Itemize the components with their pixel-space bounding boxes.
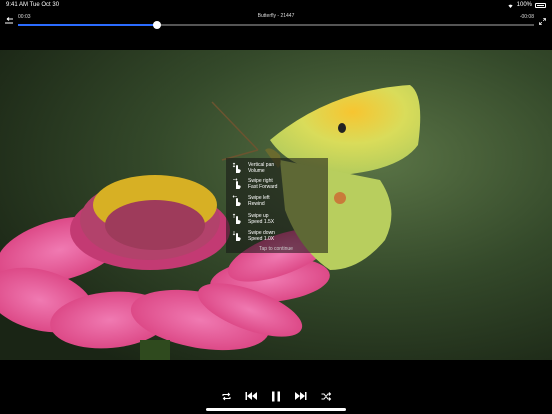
status-right: 100%	[507, 2, 546, 8]
gesture-help-overlay[interactable]: Vertical pan Volume Swipe right Fast For…	[226, 158, 328, 253]
playback-controls	[0, 387, 552, 407]
skip-previous-icon	[245, 392, 257, 400]
gesture-text: Swipe left Rewind	[248, 195, 270, 207]
repeat-button[interactable]	[219, 389, 233, 403]
gesture-text: Swipe right Fast Forward	[248, 178, 277, 190]
clock-time: 9:41 AM	[6, 2, 29, 8]
wifi-icon	[508, 4, 513, 8]
tap-to-continue-label: Tap to continue	[259, 246, 293, 252]
gesture-action: Speed 1.5X	[248, 219, 275, 225]
gesture-action: Volume	[248, 168, 265, 174]
shuffle-icon	[321, 391, 331, 401]
clock-date: Tue Oct 30	[29, 2, 60, 8]
gesture-action: Fast Forward	[248, 184, 278, 190]
gesture-swipe-down: Swipe down Speed 1.0X	[232, 230, 275, 242]
gesture-text: Swipe down Speed 1.0X	[248, 230, 275, 242]
status-time: 9:41 AM Tue Oct 30	[6, 2, 59, 8]
battery-icon	[535, 2, 546, 8]
next-button[interactable]	[294, 389, 308, 403]
hand-swipe-vertical-icon	[232, 162, 241, 173]
pause-icon	[272, 391, 280, 401]
seek-bar[interactable]	[18, 20, 534, 29]
gesture-text: Swipe up Speed 1.5X	[248, 213, 274, 225]
skip-next-icon	[295, 392, 307, 400]
pause-button[interactable]	[269, 389, 283, 403]
home-indicator[interactable]	[206, 408, 346, 411]
gesture-swipe-right: Swipe right Fast Forward	[232, 178, 277, 190]
exit-fullscreen-icon[interactable]	[539, 18, 546, 25]
hand-swipe-up-icon	[232, 213, 241, 224]
gesture-swipe-up: Swipe up Speed 1.5X	[232, 213, 274, 225]
gesture-text: Vertical pan Volume	[248, 162, 274, 174]
repeat-icon	[222, 392, 230, 400]
shuffle-button[interactable]	[319, 389, 333, 403]
gesture-vertical-pan: Vertical pan Volume	[232, 162, 274, 174]
gesture-swipe-left: Swipe left Rewind	[232, 195, 270, 207]
hand-swipe-right-icon	[233, 178, 241, 189]
battery-percent: 100%	[516, 2, 532, 8]
player-top-bar: 00:03 Butterfly - 21447 -00:08	[0, 10, 552, 32]
gesture-action: Rewind	[248, 201, 265, 207]
previous-button[interactable]	[244, 389, 258, 403]
hand-swipe-down-icon	[232, 231, 241, 241]
gesture-action: Speed 1.0X	[248, 236, 275, 242]
video-title: Butterfly - 21447	[257, 13, 295, 19]
seek-bar-thumb[interactable]	[153, 20, 162, 29]
hand-swipe-left-icon	[232, 195, 241, 206]
status-bar: 9:41 AM Tue Oct 30 100%	[0, 0, 552, 10]
remaining-time: -00:08	[519, 14, 534, 20]
seek-bar-fill	[18, 24, 158, 26]
